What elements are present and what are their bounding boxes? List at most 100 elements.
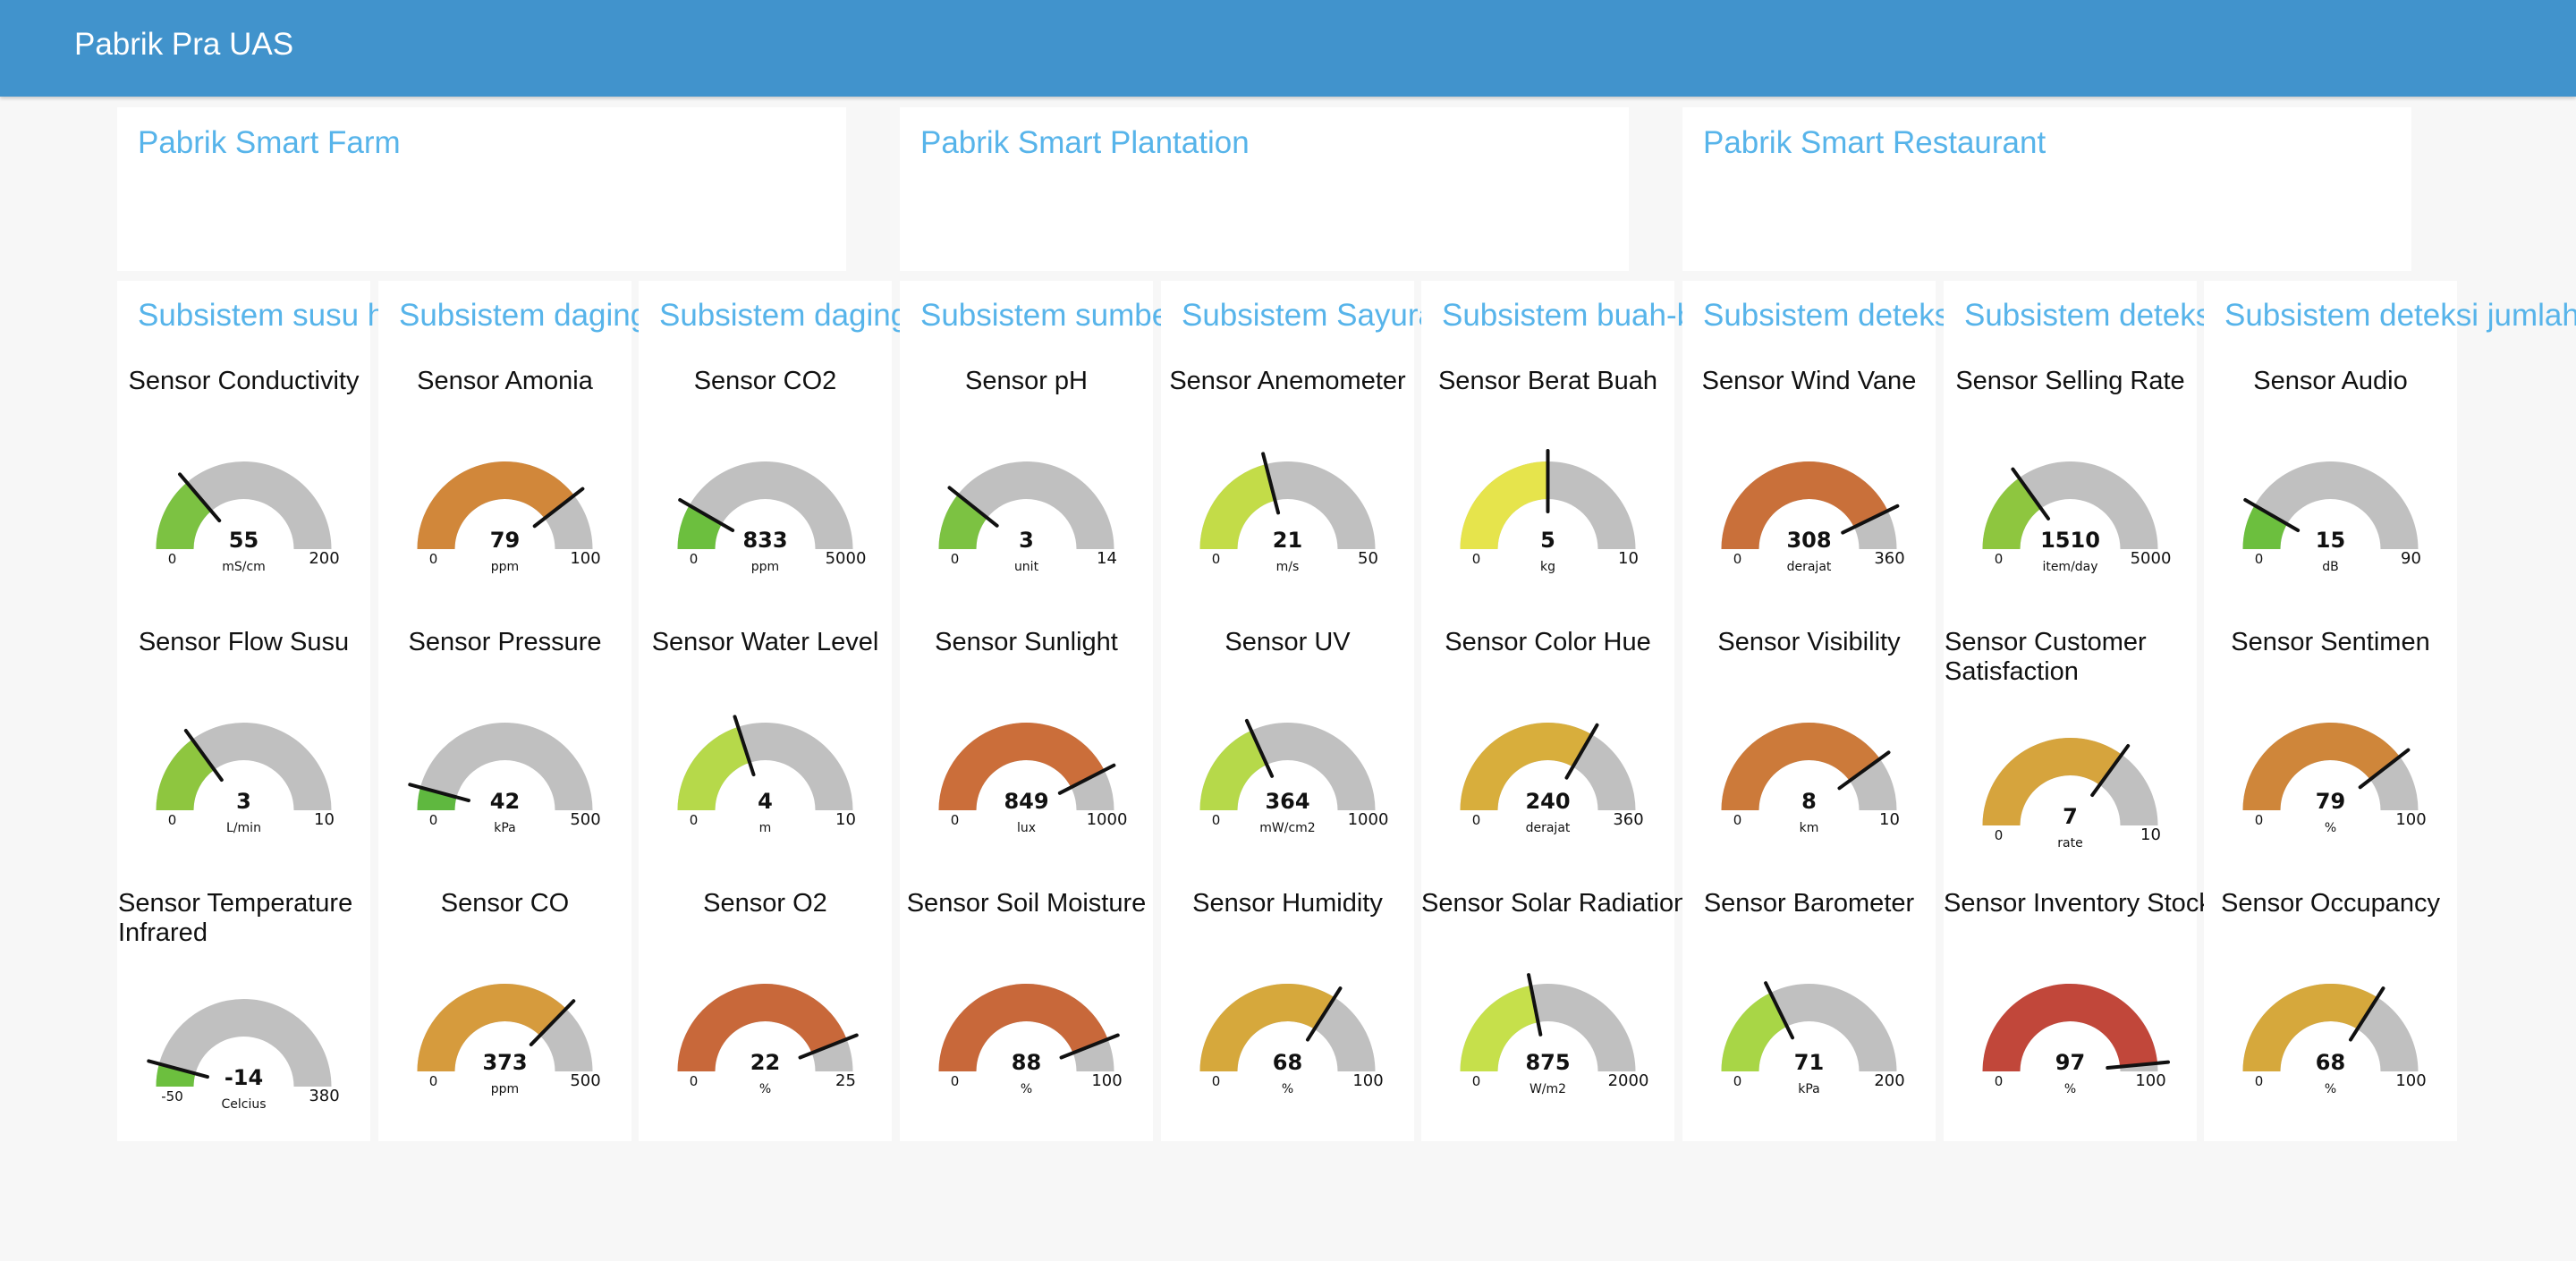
subsystem-card: Subsistem Sayuran Sensor Anemometer 21 m/s 0… xyxy=(1161,281,1453,1141)
gauge-min: 0 xyxy=(1472,1073,1481,1089)
gauge-min: 0 xyxy=(1995,1073,2004,1089)
gauge-chart: 68% 0 100 xyxy=(2242,984,2427,1096)
gauge-widget: Sensor Solar Radiation 875 W/m2 0 2000 xyxy=(1421,889,1688,1148)
gauge-min: 0 xyxy=(2255,551,2264,567)
gauge-widget: Sensor Barometer 71 kPa 0 200 xyxy=(1682,889,1936,1148)
subsystem-card: Subsistem deteksi hasil Sensor Selling Ra… xyxy=(1944,281,2292,1141)
gauge-max: 5000 xyxy=(2131,549,2172,568)
gauge-chart: 849 lux 0 1000 xyxy=(938,722,1128,835)
gauge-unit: unit xyxy=(1014,560,1039,574)
group-card: Pabrik Smart Plantation xyxy=(900,107,1629,271)
gauge-value: 308 xyxy=(1786,528,1831,553)
gauge-max: 100 xyxy=(1091,1071,1122,1090)
subsystem-title: Subsistem Sayuran xyxy=(1182,298,1453,333)
gauge-widget: Sensor UV 364 mW/cm2 0 1000 xyxy=(1161,628,1414,887)
gauge-max: 500 xyxy=(570,1071,600,1090)
group-title: Pabrik Smart Restaurant xyxy=(1703,125,2046,160)
gauge-min: 0 xyxy=(1212,551,1221,567)
gauge-max: 50 xyxy=(1358,549,1378,568)
group-card: Pabrik Smart Farm xyxy=(117,107,846,271)
gauge-value: 79 xyxy=(490,528,520,553)
gauge-chart: 15 dB 0 90 xyxy=(2242,461,2421,574)
gauge-max: 1000 xyxy=(1348,810,1389,829)
gauge-value: 5 xyxy=(1540,528,1555,553)
gauge-value: 3 xyxy=(236,789,251,814)
gauge-widget: Sensor Berat Buah 5 kg 0 10 xyxy=(1421,367,1674,626)
gauge-value: 55 xyxy=(229,528,258,553)
gauge-max: 100 xyxy=(1352,1071,1383,1090)
gauge-unit: % xyxy=(1021,1082,1032,1096)
gauge-unit: ppm xyxy=(491,1082,519,1096)
gauge-max: 2000 xyxy=(1608,1071,1649,1090)
gauge-chart: 88% 0 100 xyxy=(938,983,1123,1096)
gauge-min: 0 xyxy=(2255,812,2264,828)
gauge-widget: Sensor Selling Rate 1510 item/day 0 5000 xyxy=(1944,367,2197,626)
gauge-widget: Sensor Amonia 79 ppm 0 100 xyxy=(378,367,631,626)
gauge-chart: 5 kg 0 10 xyxy=(1460,449,1639,574)
gauge-value: 15 xyxy=(2316,528,2345,553)
gauge-min: 0 xyxy=(2255,1073,2264,1089)
gauge-unit: m/s xyxy=(1276,560,1300,574)
gauge-widget: Sensor Audio 15 dB 0 90 xyxy=(2204,367,2457,626)
gauge-chart: 364 mW/cm2 0 1000 xyxy=(1199,718,1389,835)
subsystem-title: Subsistem daging putih xyxy=(659,298,985,333)
gauge-unit: % xyxy=(2064,1082,2076,1096)
gauge-max: 380 xyxy=(309,1087,339,1105)
gauge-value: 22 xyxy=(750,1050,780,1075)
gauge-min: 0 xyxy=(1995,551,2004,567)
gauge-value: 1510 xyxy=(2040,528,2100,553)
gauge-widget: Sensor O2 22% 0 25 xyxy=(639,889,892,1148)
gauge-unit: km xyxy=(1800,821,1819,835)
gauge-unit: derajat xyxy=(1526,821,1571,835)
subsystem-card: Subsistem deteksi musim Sensor Wind Vane 3… xyxy=(1682,281,2058,1141)
gauge-chart: 55 mS/cm 0 200 xyxy=(156,461,340,574)
gauge-widget: Sensor Color Hue 240 derajat 0 360 xyxy=(1421,628,1674,887)
gauge-unit: W/m2 xyxy=(1530,1082,1566,1096)
gauge-min: 0 xyxy=(1212,1073,1221,1089)
gauge-widget: Sensor Water Level 4 m 0 10 xyxy=(639,628,892,887)
gauge-fill xyxy=(1199,464,1275,549)
gauge-chart: 3 L/min 0 10 xyxy=(156,723,335,835)
gauge-min: 0 xyxy=(1733,1073,1742,1089)
gauge-unit: rate xyxy=(2057,836,2082,851)
gauge-value: 373 xyxy=(482,1050,527,1075)
gauge-chart: -14 Celcius -50 380 xyxy=(147,999,340,1112)
gauge-chart: 308 derajat 0 360 xyxy=(1721,461,1905,574)
gauge-value: 21 xyxy=(1273,528,1302,553)
gauge-max: 100 xyxy=(570,549,600,568)
gauge-chart: 1510 item/day 0 5000 xyxy=(1982,461,2172,574)
gauge-value: 875 xyxy=(1525,1050,1570,1075)
subsystem-title: Subsistem deteksi hasil xyxy=(1964,298,2292,333)
gauge-unit: lux xyxy=(1017,821,1036,835)
gauge-min: 0 xyxy=(1212,812,1221,828)
top-app-bar: Pabrik Pra UAS xyxy=(0,0,2576,97)
gauge-min: 0 xyxy=(429,551,438,567)
gauge-unit: ppm xyxy=(491,560,519,574)
gauge-value: 849 xyxy=(1004,789,1048,814)
gauge-unit: % xyxy=(1282,1082,1293,1096)
gauge-max: 1000 xyxy=(1087,810,1128,829)
gauge-max: 25 xyxy=(835,1071,856,1090)
gauge-value: 7 xyxy=(2063,804,2078,829)
gauge-value: 97 xyxy=(2055,1050,2085,1075)
gauge-max: 100 xyxy=(2395,1071,2426,1090)
gauge-min: 0 xyxy=(951,551,960,567)
gauge-fill xyxy=(1721,723,1880,810)
gauge-chart: 21 m/s 0 50 xyxy=(1199,452,1378,574)
gauge-max: 200 xyxy=(1874,1071,1904,1090)
gauge-widget: Sensor Pressure 42 kPa 0 500 xyxy=(378,628,631,887)
gauge-chart: 42 kPa 0 500 xyxy=(408,723,601,835)
subsystem-card: Subsistem susu hewani dan telur Sensor Co… xyxy=(117,281,597,1141)
gauge-unit: kPa xyxy=(494,821,516,835)
gauge-max: 90 xyxy=(2401,549,2421,568)
gauge-fill xyxy=(1460,461,1548,549)
subsystem-title: Subsistem sumber xyxy=(920,298,1180,333)
gauge-widget: Sensor Conductivity 55 mS/cm 0 200 xyxy=(117,367,370,626)
app-title: Pabrik Pra UAS xyxy=(74,27,294,62)
gauge-value: -14 xyxy=(225,1065,263,1090)
gauge-chart: 97% 0 100 xyxy=(1982,983,2171,1096)
gauge-min: 0 xyxy=(1733,812,1742,828)
gauge-widget: Sensor Soil Moisture 88% 0 100 xyxy=(900,889,1153,1148)
gauge-widget: Sensor Customer Satisfaction 7 rate 0 10 xyxy=(1944,628,2197,887)
gauge-value: 68 xyxy=(1273,1050,1302,1075)
